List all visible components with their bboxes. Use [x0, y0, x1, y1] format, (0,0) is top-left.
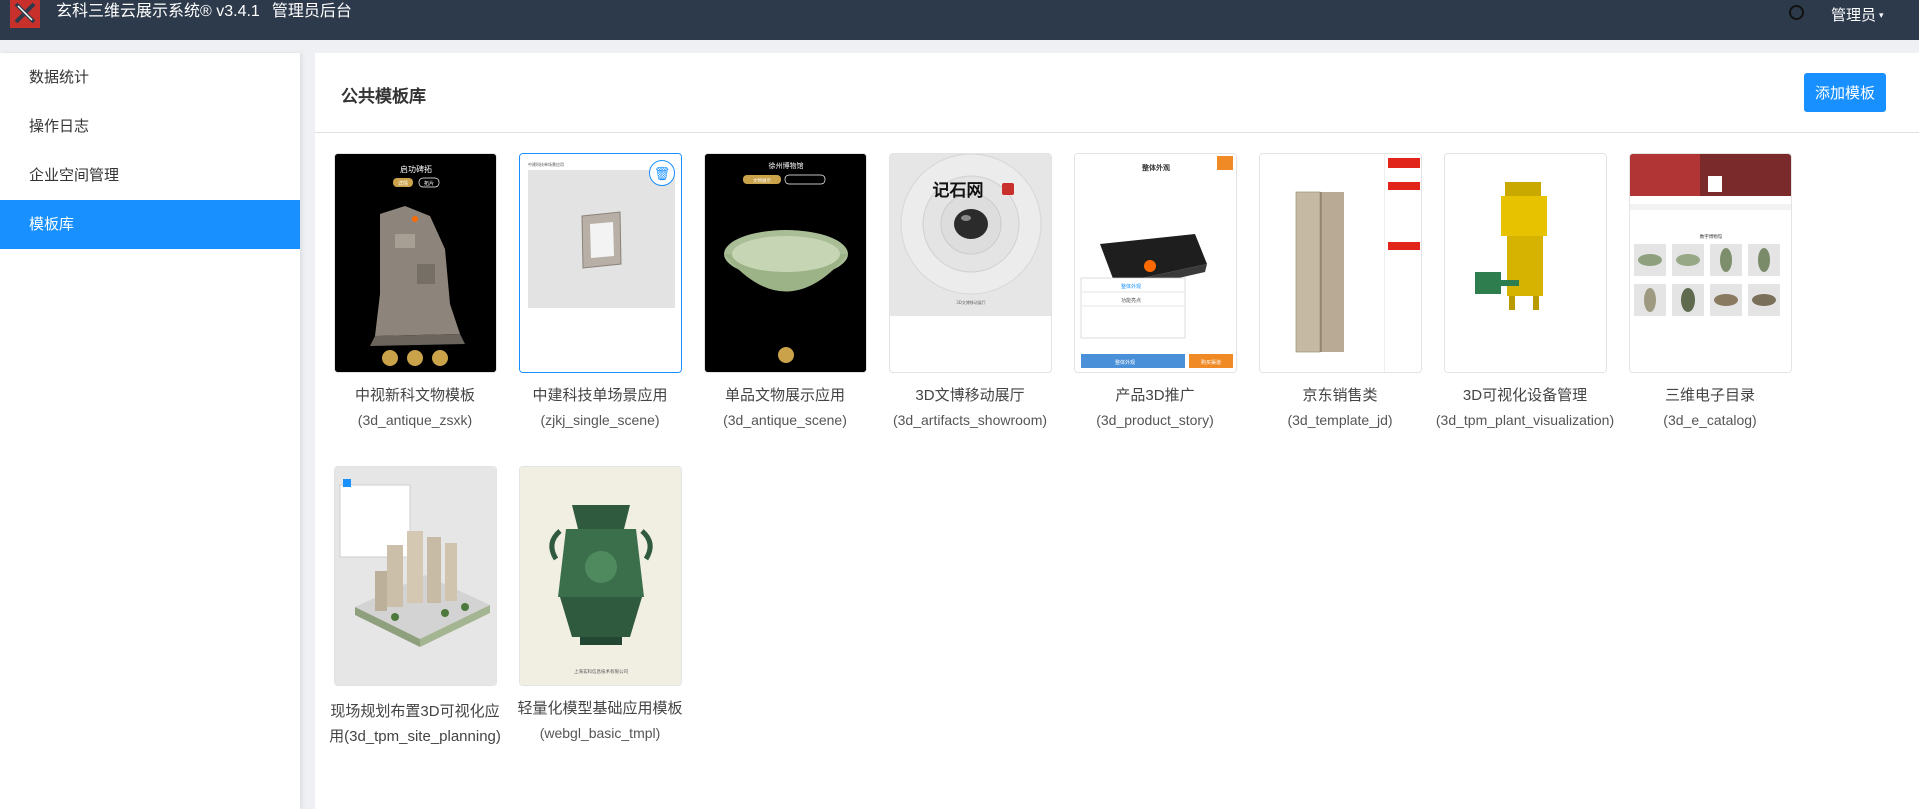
template-code: (3d_e_catalog) [1663, 412, 1757, 428]
template-name: 京东销售类 [1302, 387, 1378, 404]
template-code: (3d_product_story) [1096, 412, 1214, 428]
thumb-label: 3D文博移动展厅 [956, 299, 986, 305]
template-thumbnail[interactable]: 数字博物馆 [1629, 153, 1792, 373]
thumb-label: 购买渠道 [1201, 359, 1221, 366]
app-title: 玄科三维云展示系统® v3.4.1 管理员后台 [56, 2, 352, 22]
thumb-title: 徐州博物馆 [769, 161, 804, 170]
template-code: (3d_antique_zsxk) [357, 412, 473, 428]
page-title: 公共模板库 [341, 87, 426, 106]
app-name: 玄科三维云展示系统® v3.4.1 [56, 3, 260, 20]
thumb-title: 启功碑拓 [400, 164, 432, 174]
sidebar-item-operation-log[interactable]: 操作日志 [0, 102, 300, 151]
thumb-label: 整体外观 [1115, 359, 1135, 366]
template-name: 产品3D推广 [1115, 387, 1195, 404]
template-thumbnail[interactable] [1259, 153, 1422, 373]
template-thumbnail[interactable]: 中建科技单场景应用 🗑 [519, 153, 682, 373]
chevron-down-icon: ▾ [1879, 10, 1884, 20]
thumb-label: 功能亮点 [1121, 297, 1141, 304]
top-navbar: 玄科三维云展示系统® v3.4.1 管理员后台 管理员 ▾ [0, 0, 1919, 40]
status-circle-icon[interactable] [1789, 5, 1804, 20]
template-name: 现场规划布置3D可视化应用(3d_tpm_site_planning) [329, 703, 501, 745]
sidebar-item-statistics[interactable]: 数据统计 [0, 53, 300, 102]
template-thumbnail[interactable] [334, 466, 497, 686]
template-name: 中视新科文物模板 [354, 387, 475, 404]
template-code: (zjkj_single_scene) [540, 412, 660, 428]
sidebar: 数据统计 操作日志 企业空间管理 模板库 [0, 53, 300, 809]
template-code: (3d_tpm_plant_visualization) [1435, 412, 1615, 428]
add-template-button[interactable]: 添加模板 [1804, 73, 1886, 112]
template-name: 中建科技单场景应用 [532, 387, 668, 404]
template-name: 3D可视化设备管理 [1462, 387, 1588, 404]
main-panel: 公共模板库 添加模板 启功碑拓 详情 拓片 中视新科文物模板 (3d_antiq… [315, 53, 1919, 809]
thumb-title: 记石网 [933, 181, 984, 201]
trash-icon[interactable]: 🗑 [649, 160, 675, 186]
sidebar-item-template-library[interactable]: 模板库 [0, 200, 300, 249]
template-thumbnail[interactable]: 记石网 3D文博移动展厅 [889, 153, 1052, 373]
template-thumbnail[interactable]: 启功碑拓 详情 拓片 [334, 153, 497, 373]
user-menu-label: 管理员 [1831, 7, 1877, 24]
template-thumbnail[interactable] [1444, 153, 1607, 373]
thumb-title: 中建科技单场景应用 [528, 161, 564, 167]
template-code: (3d_antique_scene) [723, 412, 847, 428]
template-code: (3d_artifacts_showroom) [892, 412, 1048, 428]
thumb-label: 拓片 [424, 180, 434, 187]
admin-backend-label: 管理员后台 [271, 3, 352, 20]
main-header: 公共模板库 添加模板 [315, 53, 1919, 133]
template-code: (webgl_basic_tmpl) [539, 725, 661, 741]
thumb-title: 整体外观 [1141, 163, 1170, 172]
template-code: (3d_template_jd) [1287, 412, 1393, 428]
thumb-label: 文物展示 [753, 177, 771, 184]
logo-icon [10, 0, 40, 28]
template-thumbnail[interactable]: 上海玄科信息技术有限公司 [519, 466, 682, 686]
template-name: 单品文物展示应用 [724, 387, 845, 404]
sidebar-item-enterprise-space[interactable]: 企业空间管理 [0, 151, 300, 200]
template-name: 轻量化模型基础应用模板 [517, 700, 683, 717]
thumb-label: 上海玄科信息技术有限公司 [574, 668, 628, 675]
thumb-label: 详情 [398, 180, 408, 187]
template-name: 三维电子目录 [1664, 387, 1755, 404]
template-thumbnail[interactable]: 整体外观 整体外观 功能亮点 整体外观 购买渠道 [1074, 153, 1237, 373]
template-name: 3D文博移动展厅 [915, 387, 1025, 404]
user-menu[interactable]: 管理员 ▾ [1831, 4, 1884, 25]
template-thumbnail[interactable]: 徐州博物馆 文物展示 [704, 153, 867, 373]
thumb-title: 数字博物馆 [1700, 233, 1723, 240]
thumb-label: 整体外观 [1121, 283, 1141, 290]
